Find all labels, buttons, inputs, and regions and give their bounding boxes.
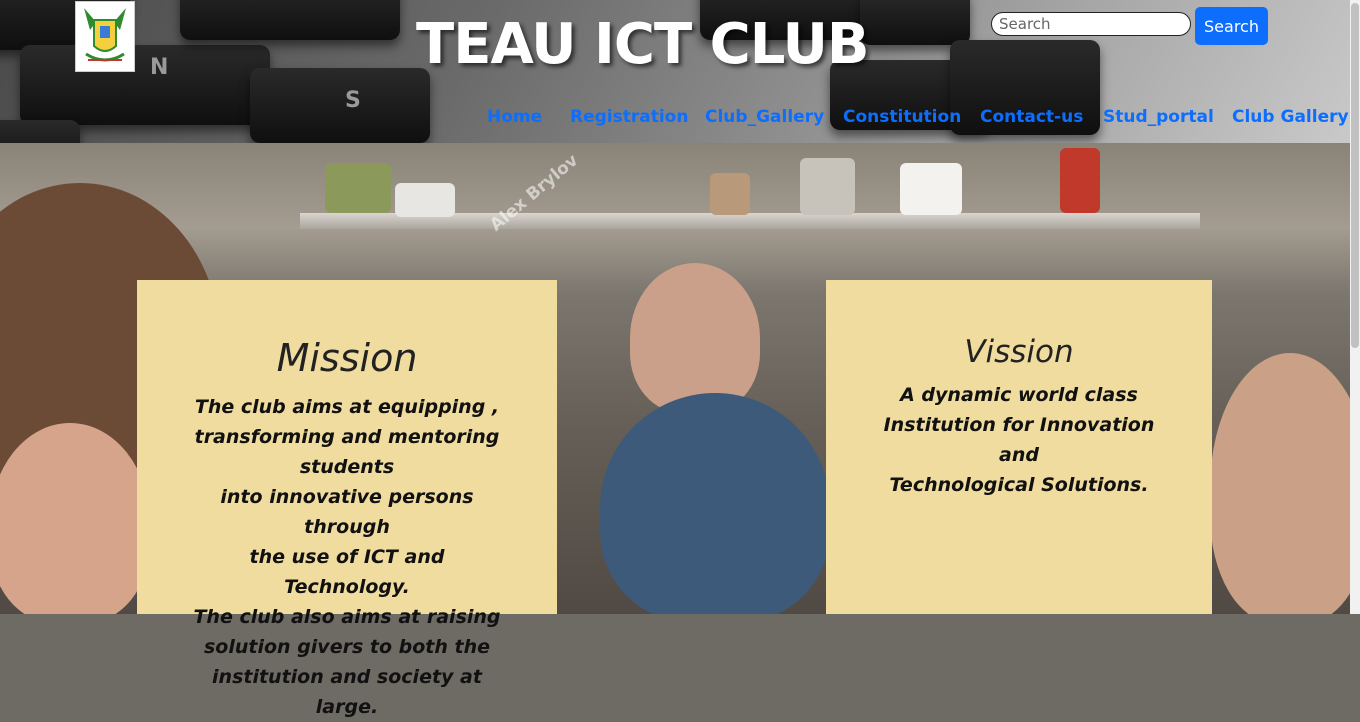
- vision-card: Vission A dynamic world class Institutio…: [826, 280, 1212, 614]
- keyboard-key-decor: [860, 0, 970, 45]
- keyboard-key-decor: N: [150, 55, 169, 80]
- mission-line: into innovative persons through: [220, 486, 474, 538]
- mission-line: institution and society at large.: [212, 666, 482, 718]
- mission-line: the use of ICT and Technology.: [249, 546, 445, 598]
- page-scrollbar[interactable]: [1350, 0, 1360, 614]
- jar-decor: [900, 163, 962, 215]
- nav-constitution[interactable]: Constitution: [843, 107, 961, 127]
- nav-contact-us[interactable]: Contact-us: [980, 107, 1083, 127]
- nav-registration[interactable]: Registration: [570, 107, 688, 127]
- vision-line: Technological Solutions.: [889, 474, 1149, 496]
- site-header: N S TEAU ICT CLUB Search Home Registrati…: [0, 0, 1350, 143]
- nav-home[interactable]: Home: [487, 107, 542, 127]
- mission-title: Mission: [276, 336, 418, 380]
- vision-text: A dynamic world class Institution for In…: [866, 380, 1172, 500]
- crest-icon: [84, 8, 126, 62]
- vision-line: A dynamic world class: [900, 384, 1138, 406]
- jar-decor: [325, 163, 391, 213]
- mission-text: The club aims at equipping , transformin…: [187, 392, 507, 722]
- mission-line: solution givers to both the: [204, 636, 490, 658]
- scrollbar-thumb[interactable]: [1351, 3, 1359, 348]
- nav-club-gallery-2[interactable]: Club Gallery: [1232, 107, 1349, 127]
- mission-line: The club also aims at raising: [193, 606, 501, 628]
- search-input[interactable]: [991, 12, 1191, 36]
- mission-line: students: [299, 456, 395, 478]
- main-nav: Home Registration Club_Gallery Constitut…: [0, 107, 1350, 131]
- site-title: TEAU ICT CLUB: [416, 12, 870, 77]
- vision-title: Vission: [964, 334, 1074, 370]
- mission-line: transforming and mentoring: [194, 426, 500, 448]
- mission-line: The club aims at equipping ,: [194, 396, 500, 418]
- person-decor: [630, 263, 760, 413]
- search-button[interactable]: Search: [1195, 7, 1268, 45]
- person-decor: [600, 393, 830, 614]
- nav-stud-portal[interactable]: Stud_portal: [1103, 107, 1214, 127]
- nav-club-gallery[interactable]: Club_Gallery: [705, 107, 824, 127]
- keyboard-key-decor: [180, 0, 400, 40]
- club-logo: [75, 1, 135, 72]
- jar-decor: [800, 158, 855, 215]
- jar-decor: [1060, 148, 1100, 213]
- person-decor: [1210, 353, 1350, 614]
- mission-card: Mission The club aims at equipping , tra…: [137, 280, 557, 718]
- jar-decor: [395, 183, 455, 217]
- keyboard-key-decor: [250, 68, 430, 143]
- jar-decor: [710, 173, 750, 215]
- vision-line: Institution for Innovation and: [883, 414, 1155, 466]
